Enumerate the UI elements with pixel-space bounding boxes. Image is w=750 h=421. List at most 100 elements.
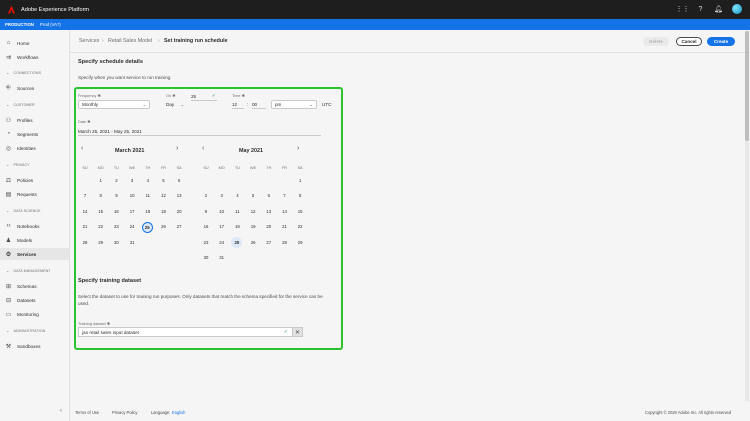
sidebar-item-requests[interactable]: ▤ Requests [0, 188, 69, 200]
calendar-day[interactable]: 11 [142, 191, 154, 201]
calendar-day[interactable]: 29 [95, 237, 107, 247]
sidebar-item-sandboxes[interactable]: ⚒ Sandboxes [0, 340, 69, 352]
sidebar-section-customer[interactable]: ⌄ CUSTOMER [0, 102, 69, 107]
calendar-day[interactable]: 31 [126, 237, 138, 247]
notification-bell-icon[interactable]: 🔔︎ [714, 5, 723, 14]
calendar-day[interactable]: 18 [142, 206, 154, 216]
calendar-day[interactable]: 9 [110, 191, 122, 201]
calendar-day[interactable]: 3 [126, 175, 138, 185]
calendar-day[interactable]: 10 [216, 206, 228, 216]
calendar-day[interactable]: 27 [263, 237, 275, 247]
frequency-select[interactable]: Monthly ⌄ [78, 100, 150, 109]
calendar-day[interactable]: 19 [158, 206, 170, 216]
calendar-day[interactable]: 23 [110, 222, 122, 232]
calendar-day[interactable]: 12 [158, 191, 170, 201]
training-dataset-input[interactable]: jan retail sales input dataset ✓ [78, 327, 292, 337]
calendar-day[interactable]: 4 [142, 175, 154, 185]
breadcrumb-retail-sales-model[interactable]: Retail Sales Model [108, 38, 152, 44]
on-unit-select[interactable]: Day ⌄ [166, 100, 187, 109]
sidebar-item-identities[interactable]: ◎ Identities [0, 142, 69, 154]
calendar-day[interactable]: 12 [247, 206, 259, 216]
calendar-day[interactable]: 20 [263, 222, 275, 232]
calendar-day[interactable]: 19 [247, 222, 259, 232]
chevron-left-icon[interactable]: ‹ [81, 145, 83, 152]
calendar-day[interactable]: 7 [279, 191, 291, 201]
calendar-day[interactable]: 18 [231, 222, 243, 232]
calendar-day[interactable]: 24 [126, 222, 138, 232]
sidebar-item-policies[interactable]: ⚖ Policies [0, 174, 69, 186]
calendar-day[interactable]: 24 [216, 237, 228, 247]
breadcrumb-services[interactable]: Services [79, 38, 99, 44]
calendar-day[interactable]: 29 [294, 237, 306, 247]
calendar-day[interactable]: 21 [279, 222, 291, 232]
sandbox-switcher[interactable]: Prod (VA7) [40, 22, 61, 27]
calendar-day[interactable]: 7 [79, 191, 91, 201]
calendar-day[interactable]: 3 [216, 191, 228, 201]
calendar-day[interactable]: 17 [126, 206, 138, 216]
sidebar-item-sources[interactable]: ⎆ Sources [0, 82, 69, 94]
chevron-right-icon[interactable]: › [176, 145, 178, 152]
calendar-day[interactable]: 27 [173, 222, 185, 232]
calendar-day[interactable]: 5 [158, 175, 170, 185]
calendar-day[interactable]: 22 [95, 222, 107, 232]
chevron-left-icon[interactable]: ‹ [202, 145, 204, 152]
minute-input[interactable]: 00 [252, 100, 266, 109]
calendar-day[interactable]: 30 [110, 237, 122, 247]
calendar-day[interactable]: 1 [95, 175, 107, 185]
hour-input[interactable]: 12 [232, 100, 244, 109]
sidebar-section-data-management[interactable]: ⌄ DATA MANAGEMENT [0, 268, 69, 273]
terms-link[interactable]: Terms of Use [75, 410, 99, 415]
cancel-button[interactable]: Cancel [676, 37, 702, 46]
calendar-day[interactable]: 2 [110, 175, 122, 185]
calendar-day[interactable]: 4 [231, 191, 243, 201]
collapse-sidebar-icon[interactable]: ‹ [60, 408, 62, 414]
sidebar-section-connections[interactable]: ⌄ CONNECTIONS [0, 70, 69, 75]
calendar-day[interactable]: 31 [216, 253, 228, 263]
calendar-day[interactable]: 2 [200, 191, 212, 201]
sidebar-item-models[interactable]: ♟ Models [0, 234, 69, 246]
calendar-day[interactable]: 6 [173, 175, 185, 185]
calendar-day[interactable]: 15 [95, 206, 107, 216]
calendar-day[interactable]: 26 [247, 237, 259, 247]
sidebar-section-administration[interactable]: ⌄ ADMINISTRATION [0, 328, 69, 333]
calendar-day-selected[interactable]: 25 [141, 221, 153, 233]
calendar-day[interactable]: 14 [79, 206, 91, 216]
sidebar-item-monitoring[interactable]: ▭ Monitoring [0, 308, 69, 320]
calendar-day[interactable]: 21 [79, 222, 91, 232]
calendar-day[interactable]: 13 [173, 191, 185, 201]
sidebar-item-datasets[interactable]: ⊟ Datasets [0, 294, 69, 306]
calendar-day[interactable]: 28 [279, 237, 291, 247]
calendar-day[interactable]: 22 [294, 222, 306, 232]
calendar-day[interactable]: 16 [200, 222, 212, 232]
calendar-day[interactable]: 17 [216, 222, 228, 232]
date-range-input[interactable]: March 25, 2021 - May 25, 2021 [78, 127, 321, 136]
calendar-day[interactable]: 6 [263, 191, 275, 201]
calendar-day[interactable]: 8 [95, 191, 107, 201]
language-link[interactable]: English [172, 410, 185, 415]
sidebar-item-notebooks[interactable]: ‹› Notebooks [0, 220, 69, 232]
scrollbar-thumb[interactable] [745, 31, 749, 141]
calendar-day[interactable]: 10 [126, 191, 138, 201]
calendar-day[interactable]: 14 [279, 206, 291, 216]
calendar-day[interactable]: 23 [200, 237, 212, 247]
page-scrollbar[interactable] [745, 31, 749, 401]
adobe-logo-icon[interactable] [8, 5, 15, 14]
create-button[interactable]: Create [707, 37, 735, 46]
sidebar-item-workflows[interactable]: ⇉ Workflows [0, 51, 69, 63]
calendar-day[interactable]: 8 [294, 191, 306, 201]
privacy-link[interactable]: Privacy Policy [112, 410, 137, 415]
sidebar-item-schemas[interactable]: ⊞ Schemas [0, 280, 69, 292]
calendar-day[interactable]: 13 [263, 206, 275, 216]
ampm-select[interactable]: pm ⌄ [271, 100, 317, 109]
sidebar-item-services[interactable]: ⚙ Services [0, 248, 69, 260]
clear-icon[interactable]: ✕ [292, 327, 303, 337]
avatar[interactable] [732, 4, 742, 14]
app-switcher-icon[interactable]: ⋮⋮ [676, 5, 690, 14]
help-icon[interactable]: ? [696, 5, 705, 14]
calendar-day[interactable]: 11 [231, 206, 243, 216]
sidebar-item-segments[interactable]: ◔ Segments [0, 128, 69, 140]
delete-button[interactable]: Delete [643, 37, 669, 46]
calendar-day[interactable]: 16 [110, 206, 122, 216]
calendar-day[interactable]: 5 [247, 191, 259, 201]
calendar-day[interactable]: 28 [79, 237, 91, 247]
